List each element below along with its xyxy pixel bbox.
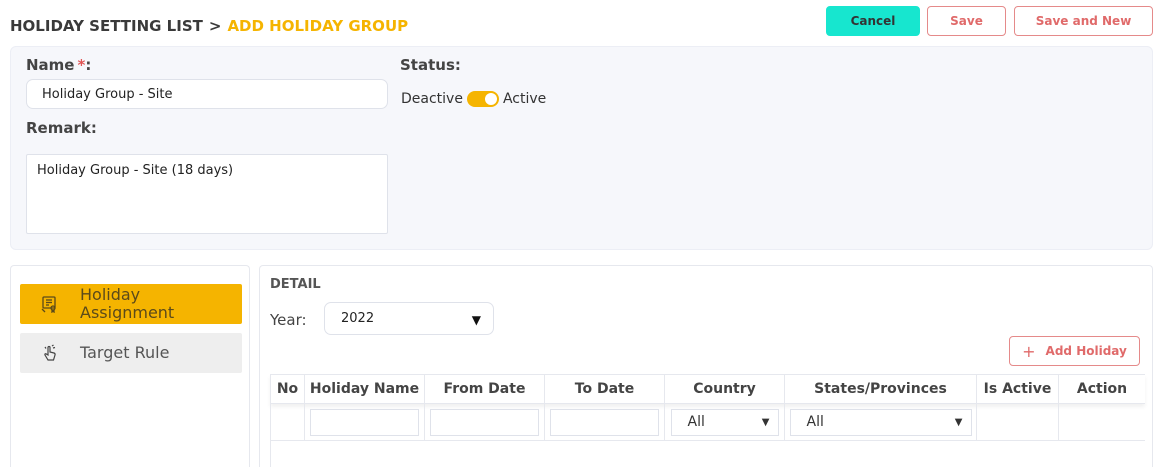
caret-down-icon: ▼ (954, 416, 963, 428)
name-label-colon: : (85, 56, 92, 74)
remark-textarea[interactable]: Holiday Group - Site (18 days) (26, 154, 388, 234)
column-header-no[interactable]: No (270, 375, 305, 403)
year-select-value: 2022 (341, 311, 375, 326)
add-holiday-label: Add Holiday (1045, 344, 1127, 358)
filter-cell-states: All ▼ (785, 404, 977, 440)
save-and-new-button[interactable]: Save and New (1014, 6, 1153, 36)
detail-panel: DETAIL Year: 2022 ▼ + Add Holiday No Hol… (259, 265, 1153, 467)
states-filter-select[interactable]: All ▼ (789, 408, 972, 436)
sidebar-item-label: Target Rule (80, 343, 170, 362)
hand-pointer-icon (40, 343, 60, 363)
column-header-action: Action (1076, 381, 1128, 397)
column-header-country[interactable]: Country (665, 375, 785, 403)
from-date-filter-input[interactable] (430, 408, 539, 436)
save-button[interactable]: Save (927, 6, 1006, 36)
name-label: Name *: (26, 56, 91, 74)
table-header: No Holiday Name From Date To Date Countr… (270, 374, 1145, 404)
column-header-states-provinces[interactable]: States/Provinces (785, 375, 977, 403)
certificate-icon (40, 294, 60, 314)
filter-cell-no (270, 404, 305, 440)
caret-down-icon: ▼ (761, 416, 770, 428)
filter-cell-from-date (425, 404, 545, 440)
filter-cell-to-date (545, 404, 665, 440)
breadcrumb-separator: > (208, 17, 222, 35)
status-label: Status: (400, 56, 461, 74)
year-select[interactable]: 2022 ▼ (324, 302, 494, 335)
name-label-text: Name (26, 56, 75, 74)
detail-sidebar: Holiday Assignment Target Rule (10, 265, 250, 467)
breadcrumb-parent[interactable]: HOLIDAY SETTING LIST (10, 17, 203, 35)
filter-cell-is-active (977, 404, 1059, 440)
remark-label: Remark: (26, 119, 97, 137)
table-empty-body (270, 441, 1145, 467)
holiday-table: No Holiday Name From Date To Date Countr… (270, 374, 1145, 467)
filter-cell-country: All ▼ (665, 404, 785, 440)
table-filter-row: All ▼ All ▼ (270, 404, 1145, 441)
holiday-name-filter-input[interactable] (310, 408, 419, 436)
sidebar-item-label: Holiday Assignment (80, 286, 174, 322)
status-toggle-group: Deactive Active (401, 91, 546, 107)
status-deactive-label: Deactive (401, 91, 463, 107)
sidebar-item-holiday-assignment[interactable]: Holiday Assignment (20, 284, 242, 324)
plus-icon: + (1022, 341, 1036, 361)
breadcrumb: HOLIDAY SETTING LIST > ADD HOLIDAY GROUP (10, 14, 408, 38)
sidebar-item-label-line1: Holiday (80, 285, 141, 304)
filter-cell-holiday-name (305, 404, 425, 440)
holiday-group-form: Name*: Remark: Holiday Group - Site (18 … (10, 46, 1153, 250)
year-label: Year: (270, 311, 307, 329)
states-filter-value: All (806, 414, 824, 430)
status-active-label: Active (502, 91, 547, 107)
status-toggle[interactable] (466, 91, 499, 107)
country-filter-select[interactable]: All ▼ (670, 408, 779, 436)
filter-cell-action (1059, 404, 1145, 440)
column-header-to-date[interactable]: To Date (545, 375, 665, 403)
toggle-knob (484, 93, 497, 105)
to-date-filter-input[interactable] (550, 408, 659, 436)
detail-title: DETAIL (270, 277, 321, 292)
country-filter-value: All (687, 414, 705, 430)
caret-down-icon: ▼ (471, 313, 481, 327)
column-header-is-active[interactable]: Is Active (977, 375, 1059, 403)
cancel-button[interactable]: Cancel (826, 6, 920, 36)
add-holiday-button[interactable]: + Add Holiday (1009, 336, 1140, 366)
breadcrumb-current: ADD HOLIDAY GROUP (227, 17, 409, 35)
column-header-from-date[interactable]: From Date (425, 375, 545, 403)
column-header-holiday-name[interactable]: Holiday Name (305, 375, 425, 403)
name-input[interactable] (26, 79, 388, 109)
sidebar-item-label-line2: Assignment (80, 303, 175, 322)
sidebar-item-target-rule[interactable]: Target Rule (20, 333, 242, 373)
